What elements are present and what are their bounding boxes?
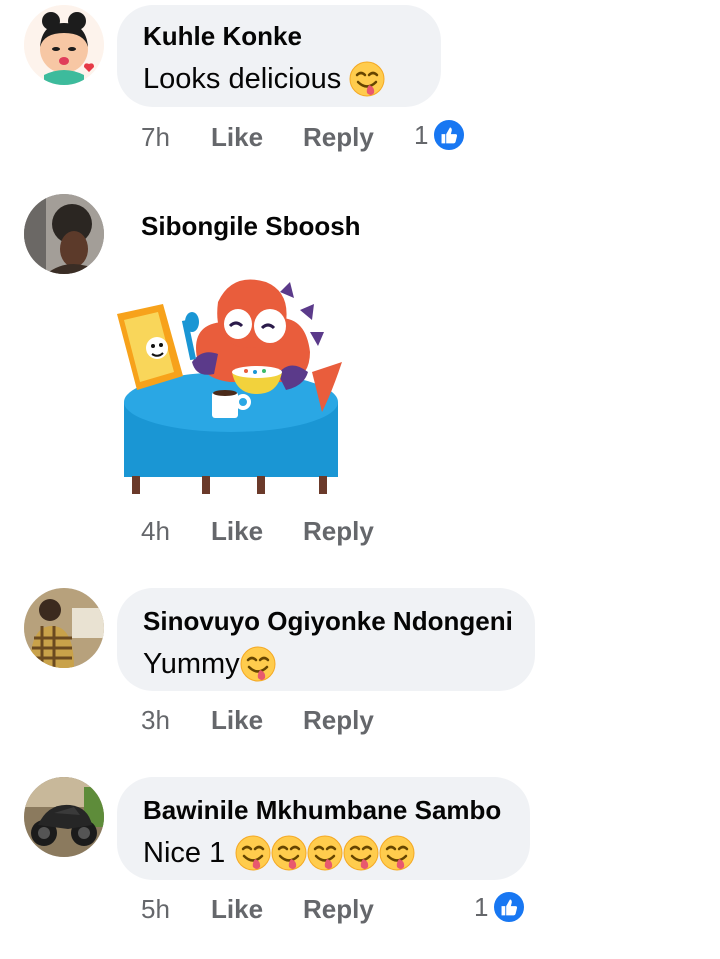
- reaction-summary[interactable]: 1: [414, 118, 467, 152]
- yum-emoji-icon: [307, 835, 344, 871]
- yum-emoji-icon: [271, 835, 308, 871]
- comment-bubble: Bawinile Mkhumbane Sambo Nice 1: [117, 777, 530, 880]
- comment-text-row: Nice 1: [143, 835, 504, 871]
- like-thumb-icon: [432, 118, 467, 152]
- comment-meta: 4h Like Reply: [141, 514, 374, 548]
- reaction-count: 1: [414, 119, 429, 150]
- comment-meta: 3h Like Reply: [141, 703, 374, 737]
- comment-author[interactable]: Bawinile Mkhumbane Sambo: [143, 795, 504, 825]
- comment-time[interactable]: 3h: [141, 705, 211, 736]
- yum-emoji-icon: [343, 835, 380, 871]
- like-button[interactable]: Like: [211, 122, 303, 153]
- comment-bubble: Kuhle Konke Looks delicious: [117, 5, 441, 107]
- profile-photo-icon: [24, 194, 104, 274]
- comment-text-row: Looks delicious: [143, 61, 415, 97]
- like-button[interactable]: Like: [211, 705, 303, 736]
- comment-text: Yummy: [143, 648, 240, 680]
- yum-emoji-icon: [379, 835, 416, 871]
- comment-meta: 5h Like Reply: [141, 892, 374, 926]
- yum-emoji-icon: [239, 646, 276, 682]
- comment-meta: 7h Like Reply: [141, 120, 374, 154]
- profile-photo-icon: [24, 588, 104, 668]
- reply-button[interactable]: Reply: [303, 705, 374, 736]
- reaction-summary[interactable]: 1: [474, 890, 527, 924]
- comment-bubble: Sinovuyo Ogiyonke Ndongeni Yummy: [117, 588, 535, 691]
- comment-author[interactable]: Sibongile Sboosh: [141, 211, 361, 241]
- comment-text: Nice 1: [143, 837, 226, 869]
- reply-button[interactable]: Reply: [303, 894, 374, 925]
- motorcycle-photo-icon: [24, 777, 104, 857]
- reaction-count: 1: [474, 891, 489, 922]
- comment-author[interactable]: Kuhle Konke: [143, 21, 415, 51]
- like-button[interactable]: Like: [211, 894, 303, 925]
- reply-button[interactable]: Reply: [303, 516, 374, 547]
- comment-author[interactable]: Sinovuyo Ogiyonke Ndongeni: [143, 606, 513, 636]
- comment-time[interactable]: 4h: [141, 516, 211, 547]
- avatar[interactable]: [24, 194, 104, 274]
- yum-emoji-icon: [235, 835, 272, 871]
- dinosaur-breakfast-sticker-icon[interactable]: [112, 262, 362, 498]
- like-thumb-icon: [492, 890, 527, 924]
- comment-time[interactable]: 5h: [141, 894, 211, 925]
- yum-emoji-icon: [349, 61, 386, 97]
- cartoon-girl-avatar-icon: [24, 5, 104, 85]
- comment-time[interactable]: 7h: [141, 122, 211, 153]
- like-button[interactable]: Like: [211, 516, 303, 547]
- comment-text: Looks delicious: [143, 63, 342, 95]
- avatar[interactable]: [24, 5, 104, 85]
- comment-text-row: Yummy: [143, 646, 509, 682]
- reply-button[interactable]: Reply: [303, 122, 374, 153]
- avatar[interactable]: [24, 588, 104, 668]
- avatar[interactable]: [24, 777, 104, 857]
